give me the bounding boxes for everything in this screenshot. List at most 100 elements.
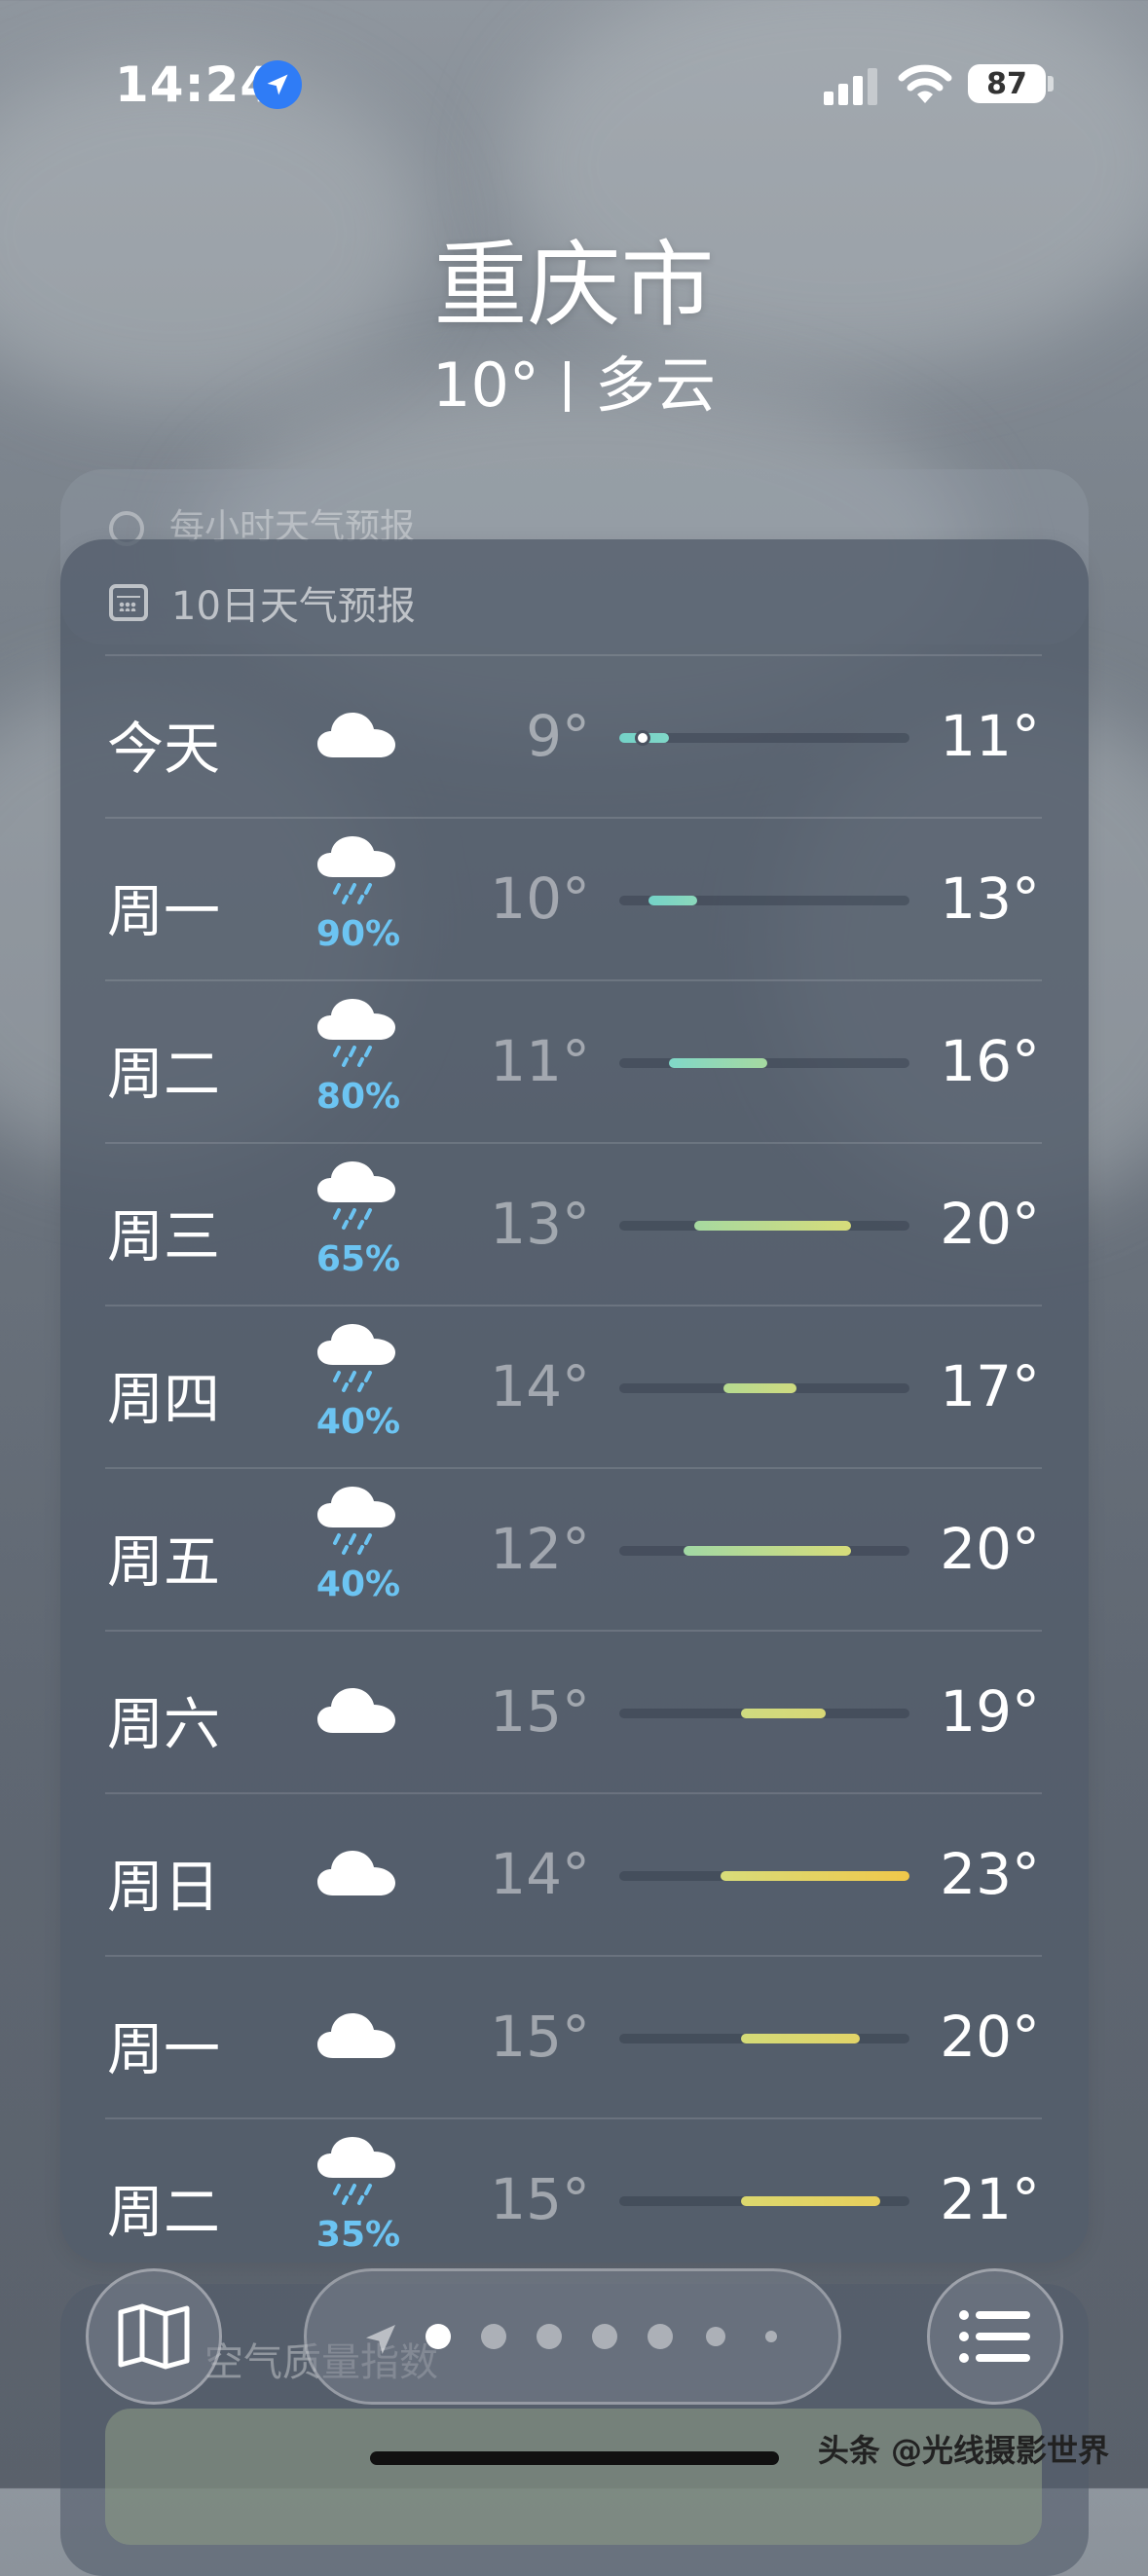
location-arrow-icon <box>366 2325 395 2354</box>
high-temperature: 20° <box>940 1191 1040 1257</box>
forecast-day: 周四 <box>107 1366 221 1432</box>
forecast-row[interactable]: 周五 40% 12° 20° <box>105 1467 1042 1630</box>
page-dot[interactable] <box>648 2324 673 2349</box>
forecast-row[interactable]: 周日 14° 23° <box>105 1792 1042 1955</box>
forecast-day: 周二 <box>107 1041 221 1107</box>
temperature-range-fill <box>694 1221 852 1231</box>
map-icon <box>118 2303 190 2370</box>
temperature-range-bar <box>619 2196 909 2206</box>
forecast-day: 周二 <box>107 2179 221 2245</box>
cloud-icon <box>315 1845 403 1942</box>
temperature-range-fill <box>721 1871 909 1881</box>
page-dot[interactable] <box>706 2327 725 2346</box>
cloud-icon <box>315 2007 403 2105</box>
forecast-list: 今天 9° 11° 周一 90% 10° 13° 周二 80% 11° 16° 周三 65% 13° 20°… <box>105 654 1042 2280</box>
forecast-row[interactable]: 周二 35% 15° 21° <box>105 2117 1042 2280</box>
forecast-row[interactable]: 周三 65% 13° 20° <box>105 1142 1042 1305</box>
page-dot[interactable] <box>537 2324 562 2349</box>
precipitation-chance: 65% <box>315 1239 401 1279</box>
current-temperature-marker <box>634 730 650 746</box>
temperature-range-bar <box>619 1546 909 1556</box>
temperature-range-bar <box>619 730 909 746</box>
low-temperature: 14° <box>490 1353 590 1419</box>
high-temperature: 19° <box>940 1678 1040 1745</box>
home-indicator[interactable] <box>370 2451 779 2465</box>
forecast-row[interactable]: 周一 90% 10° 13° <box>105 817 1042 979</box>
location-pager[interactable] <box>304 2268 841 2405</box>
forecast-day: 周三 <box>107 1203 221 1270</box>
forecast-row[interactable]: 周四 40% 14° 17° <box>105 1305 1042 1467</box>
status-time: 14:24 <box>115 56 276 113</box>
precipitation-chance: 40% <box>315 1564 401 1604</box>
cellular-signal-icon <box>824 66 880 105</box>
forecast-day: 周一 <box>107 2016 221 2082</box>
page-dot[interactable] <box>765 2331 777 2342</box>
high-temperature: 20° <box>940 2004 1040 2070</box>
precipitation-chance: 80% <box>315 1077 401 1117</box>
cloud-icon <box>315 707 403 804</box>
current-temperature: 10° <box>432 350 539 421</box>
high-temperature: 17° <box>940 1353 1040 1419</box>
precipitation-chance: 40% <box>315 1402 401 1442</box>
high-temperature: 21° <box>940 2166 1040 2232</box>
location-arrow-icon <box>253 60 302 109</box>
low-temperature: 12° <box>490 1516 590 1582</box>
forecast-day: 今天 <box>107 716 221 782</box>
temperature-range-bar <box>619 1383 909 1393</box>
temperature-range-bar <box>619 1709 909 1718</box>
temperature-range-fill <box>741 2196 881 2206</box>
temperature-range-fill <box>741 2034 861 2043</box>
page-dot[interactable] <box>426 2324 451 2349</box>
low-temperature: 9° <box>526 703 590 769</box>
temperature-range-fill <box>668 1058 767 1068</box>
current-conditions: 10° 多云 <box>0 336 1148 423</box>
forecast-day: 周六 <box>107 1691 221 1757</box>
low-temperature: 15° <box>490 2004 590 2070</box>
page-dot[interactable] <box>592 2324 617 2349</box>
low-temperature: 13° <box>490 1191 590 1257</box>
low-temperature: 10° <box>490 865 590 932</box>
list-icon <box>959 2310 1030 2363</box>
precipitation-chance: 90% <box>315 914 401 954</box>
cloud-icon <box>315 1682 403 1780</box>
temperature-range-bar <box>619 1871 909 1881</box>
city-name: 重庆市 <box>433 231 715 340</box>
temperature-range-bar <box>619 1221 909 1231</box>
low-temperature: 15° <box>490 1678 590 1745</box>
forecast-day: 周日 <box>107 1854 221 1920</box>
low-temperature: 11° <box>490 1028 590 1094</box>
forecast-day: 周五 <box>107 1528 221 1595</box>
calendar-icon <box>109 584 148 621</box>
forecast-day: 周一 <box>107 878 221 944</box>
low-temperature: 14° <box>490 1841 590 1907</box>
forecast-row[interactable]: 周一 15° 20° <box>105 1955 1042 2117</box>
current-condition: 多云 <box>594 350 716 421</box>
ten-day-forecast-label: 10日天气预报 <box>171 584 416 629</box>
battery-indicator: 87 <box>968 64 1046 103</box>
high-temperature: 11° <box>940 703 1040 769</box>
temperature-range-bar <box>619 1058 909 1068</box>
high-temperature: 20° <box>940 1516 1040 1582</box>
temperature-range-bar <box>619 896 909 905</box>
temperature-range-fill <box>683 1546 852 1556</box>
city-list-button[interactable] <box>927 2268 1063 2405</box>
divider <box>564 361 570 412</box>
high-temperature: 23° <box>940 1841 1040 1907</box>
watermark: 头条 @光线摄影世界 <box>817 2432 1109 2469</box>
temperature-range-bar <box>619 2034 909 2043</box>
temperature-range-fill <box>723 1383 796 1393</box>
wifi-icon <box>898 62 952 107</box>
ten-day-forecast-title: 10日天气预报 <box>109 574 416 631</box>
page-dot[interactable] <box>481 2324 506 2349</box>
high-temperature: 16° <box>940 1028 1040 1094</box>
low-temperature: 15° <box>490 2166 590 2232</box>
forecast-row[interactable]: 今天 9° 11° <box>105 654 1042 817</box>
temperature-range-fill <box>741 1709 826 1718</box>
precipitation-chance: 35% <box>315 2215 401 2255</box>
battery-cap <box>1048 76 1054 92</box>
forecast-row[interactable]: 周二 80% 11° 16° <box>105 979 1042 1142</box>
map-button[interactable] <box>86 2268 222 2405</box>
forecast-row[interactable]: 周六 15° 19° <box>105 1630 1042 1792</box>
temperature-range-fill <box>648 896 698 905</box>
high-temperature: 13° <box>940 865 1040 932</box>
